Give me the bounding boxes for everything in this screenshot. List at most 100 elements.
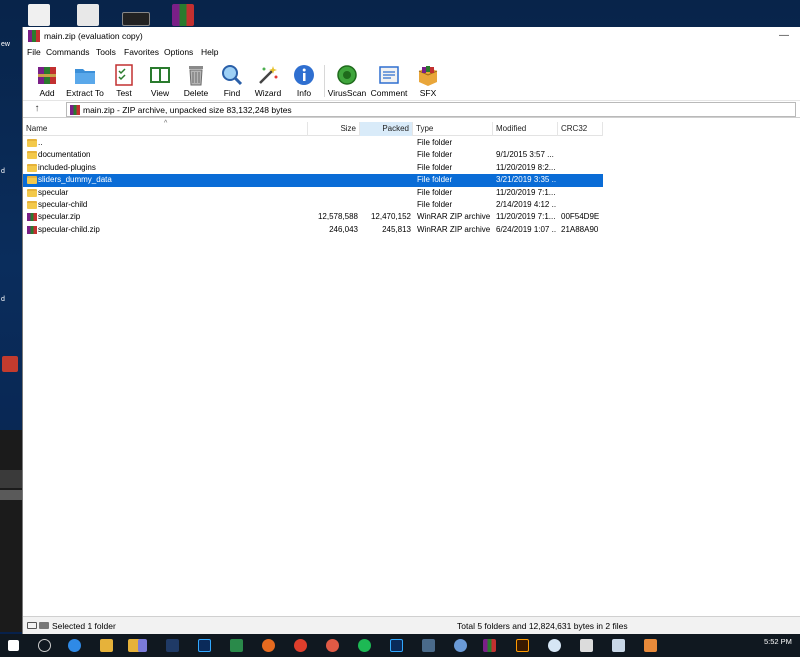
file-type: WinRAR ZIP archive — [417, 212, 491, 222]
find-label: Find — [223, 88, 241, 98]
sfx-button[interactable]: SFX — [411, 61, 445, 99]
up-one-level-button[interactable]: ↑ — [29, 102, 45, 117]
file-modified: 3/21/2019 3:35 ... — [496, 175, 556, 185]
photoshop-icon[interactable] — [198, 639, 211, 652]
table-row[interactable]: documentation File folder 9/1/2015 3:57 ..… — [23, 149, 603, 161]
file-list[interactable]: Name ^ Size Packed Type Modified CRC32 .… — [23, 119, 800, 615]
chrome-icon[interactable] — [326, 639, 339, 652]
column-crc32[interactable]: CRC32 — [558, 122, 603, 136]
extract-to-button[interactable]: Extract To — [65, 61, 105, 99]
table-row[interactable]: specular-child.zip 246,043 245,813 WinRAR Z… — [23, 224, 603, 236]
winrar-taskbar-icon[interactable] — [483, 639, 496, 652]
extract-to-label: Extract To — [66, 88, 104, 98]
file-modified: 9/1/2015 3:57 ... — [496, 150, 554, 160]
app-icon[interactable] — [166, 639, 179, 652]
menu-favorites[interactable]: Favorites — [124, 47, 159, 57]
file-modified: 6/24/2019 1:07 ... — [496, 224, 556, 234]
comment-button[interactable]: Comment — [369, 61, 409, 99]
sfx-box-icon — [418, 66, 438, 86]
column-modified[interactable]: Modified — [493, 122, 558, 136]
app-icon[interactable] — [612, 639, 625, 652]
winrar-app-icon — [28, 30, 40, 42]
spotify-icon[interactable] — [358, 639, 371, 652]
table-row[interactable]: sliders_dummy_data File folder 3/21/2019 3… — [23, 174, 603, 187]
extract-folder-icon — [75, 69, 95, 84]
find-button[interactable]: Find — [215, 61, 249, 99]
file-type: File folder — [417, 200, 453, 209]
folder-icon — [27, 139, 37, 147]
delete-label: Delete — [183, 88, 209, 98]
app-icon[interactable] — [548, 639, 561, 652]
add-button[interactable]: Add — [29, 61, 65, 99]
menu-file[interactable]: File — [27, 47, 41, 57]
folder-icon — [27, 201, 37, 209]
app-icon[interactable] — [422, 639, 435, 652]
view-button[interactable]: View — [143, 61, 177, 99]
info-icon — [294, 65, 314, 85]
archive-icon — [70, 105, 80, 115]
column-size[interactable]: Size — [308, 122, 360, 136]
test-button[interactable]: Test — [107, 61, 141, 99]
wizard-label: Wizard — [254, 88, 282, 98]
desktop-winrar-icon[interactable] — [172, 4, 194, 26]
menu-commands[interactable]: Commands — [46, 47, 89, 57]
file-modified: 11/20/2019 8:2... — [496, 162, 556, 172]
app-icon[interactable] — [230, 639, 243, 652]
menu-options[interactable]: Options — [164, 47, 193, 57]
desktop-file-icon[interactable] — [28, 4, 50, 26]
info-label: Info — [296, 88, 312, 98]
search-icon[interactable] — [38, 639, 51, 652]
file-name: included-plugins — [38, 162, 96, 172]
desktop-file-icon[interactable] — [77, 4, 99, 26]
file-name: specular — [38, 187, 69, 197]
file-size: 12,578,588 — [317, 212, 358, 222]
app-icon[interactable] — [454, 639, 467, 652]
browser-icon[interactable] — [68, 639, 81, 652]
file-name: specular-child — [38, 200, 88, 209]
desktop-side-label: d — [1, 168, 5, 175]
info-button[interactable]: Info — [287, 61, 321, 99]
table-row[interactable]: specular File folder 11/20/2019 7:1... — [23, 187, 603, 199]
add-label: Add — [39, 88, 55, 98]
magnifier-icon — [222, 65, 243, 86]
taskbar-clock[interactable]: 5:52 PM — [764, 637, 792, 646]
virusscan-button[interactable]: VirusScan — [327, 61, 367, 99]
key-icon — [39, 622, 49, 629]
table-row[interactable]: included-plugins File folder 11/20/2019 8:… — [23, 162, 603, 174]
address-bar: ↑ main.zip - ZIP archive, unpacked size … — [23, 101, 800, 118]
menu-tools[interactable]: Tools — [96, 47, 116, 57]
toolbar-separator — [324, 65, 325, 97]
table-row[interactable]: specular-child File folder 2/14/2019 4:12 … — [23, 199, 603, 211]
file-name: specular-child.zip — [38, 224, 100, 234]
chrome-icon[interactable] — [294, 639, 307, 652]
illustrator-icon[interactable] — [516, 639, 529, 652]
file-modified: 11/20/2019 7:1... — [496, 212, 556, 222]
trash-icon — [189, 66, 203, 86]
app-icon[interactable] — [138, 639, 147, 652]
table-row[interactable]: .. File folder — [23, 137, 603, 149]
wizard-button[interactable]: Wizard — [251, 61, 285, 99]
comment-icon — [379, 66, 399, 84]
title-bar[interactable]: main.zip (evaluation copy) — — [23, 27, 800, 46]
test-label: Test — [116, 88, 132, 98]
desktop-app-icon[interactable] — [122, 12, 150, 26]
minimize-button[interactable]: — — [771, 28, 797, 45]
file-type: File folder — [417, 175, 453, 185]
menu-help[interactable]: Help — [201, 47, 218, 57]
firefox-icon[interactable] — [262, 639, 275, 652]
menu-bar: File Commands Tools Favorites Options He… — [23, 46, 800, 59]
table-row[interactable]: specular.zip 12,578,588 12,470,152 WinRAR Z… — [23, 211, 603, 223]
delete-button[interactable]: Delete — [179, 61, 213, 99]
column-type[interactable]: Type — [413, 122, 493, 136]
photoshop-icon[interactable] — [390, 639, 403, 652]
app-icon[interactable] — [644, 639, 657, 652]
wand-icon — [259, 66, 278, 84]
column-packed[interactable]: Packed — [360, 122, 413, 136]
file-type: WinRAR ZIP archive — [417, 224, 491, 234]
address-box[interactable]: main.zip - ZIP archive, unpacked size 83… — [66, 102, 796, 117]
file-explorer-icon[interactable] — [100, 639, 113, 652]
desktop-app-icon[interactable] — [2, 356, 18, 372]
calculator-icon[interactable] — [580, 639, 593, 652]
start-icon[interactable] — [8, 640, 19, 651]
file-modified: 11/20/2019 7:1... — [496, 187, 556, 197]
